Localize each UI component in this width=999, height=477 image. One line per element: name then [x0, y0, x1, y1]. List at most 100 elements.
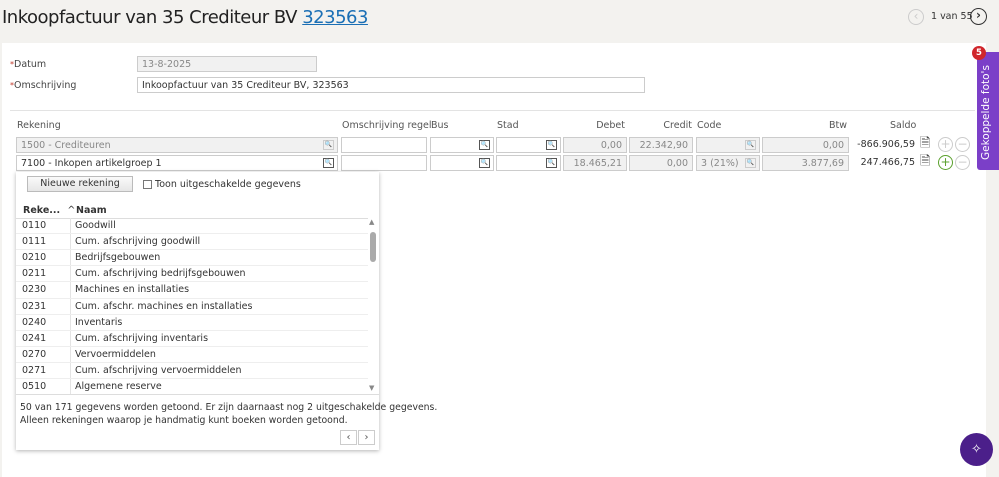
- linked-photos-tab[interactable]: Gekoppelde foto's: [977, 52, 999, 170]
- code-field[interactable]: 🔍: [696, 137, 760, 153]
- document-link-icon[interactable]: 🗎: [920, 154, 936, 170]
- list-item[interactable]: 0231 Cum. afschr. machines en installatie…: [16, 299, 368, 315]
- debet-field[interactable]: 18.465,21: [563, 155, 627, 171]
- account-name: Inventaris: [75, 316, 123, 328]
- col-saldo: Saldo: [890, 120, 917, 131]
- datum-label: *Datum: [10, 59, 47, 70]
- omschrijving-regel-field[interactable]: [341, 155, 427, 171]
- list-item[interactable]: 0210 Bedrijfsgebouwen: [16, 250, 368, 267]
- lookup-icon[interactable]: 🔍: [323, 158, 334, 168]
- account-dropdown: Nieuwe rekening Toon uitgeschakelde gege…: [16, 172, 437, 450]
- list-item[interactable]: 0270 Vervoermiddelen: [16, 347, 368, 363]
- account-name: Cum. afschrijving goodwill: [75, 236, 201, 248]
- btw-field[interactable]: 3.877,69: [762, 155, 849, 171]
- lookup-icon[interactable]: 🔍: [546, 158, 557, 168]
- credit-field[interactable]: 22.342,90: [629, 137, 693, 153]
- lookup-icon[interactable]: 🔍: [323, 140, 334, 150]
- bus-field[interactable]: 🔍: [430, 137, 494, 153]
- account-number: 0270: [22, 348, 47, 360]
- footer-count-text: 50 van 171 gegevens worden getoond. Er z…: [20, 402, 438, 413]
- account-number: 0510: [22, 381, 47, 392]
- lookup-icon[interactable]: 🔍: [479, 140, 490, 150]
- saldo-value: -866.906,59: [857, 139, 915, 150]
- rekening-field[interactable]: 7100 - Inkopen artikelgroep 1 🔍: [16, 155, 338, 171]
- photos-badge: 5: [972, 46, 986, 60]
- sparkle-icon: ✧: [971, 442, 982, 457]
- show-disabled-checkbox[interactable]: [143, 180, 152, 189]
- credit-field[interactable]: 0,00: [629, 155, 693, 171]
- list-item[interactable]: 0230 Machines en installaties: [16, 282, 368, 299]
- lookup-icon[interactable]: 🔍: [479, 158, 490, 168]
- assistant-button[interactable]: ✧: [960, 433, 993, 466]
- debet-field[interactable]: 0,00: [563, 137, 627, 153]
- col-stad: Stad: [497, 120, 519, 131]
- new-account-button[interactable]: Nieuwe rekening: [27, 176, 133, 192]
- list-item[interactable]: 0110 Goodwill: [16, 218, 368, 235]
- saldo-value: 247.466,75: [860, 157, 915, 168]
- prev-button[interactable]: ‹: [908, 9, 924, 25]
- account-number: 0110: [22, 220, 47, 231]
- col-omschrijving-regel: Omschrijving regel: [342, 120, 432, 131]
- account-name: Cum. afschrijving vervoermiddelen: [75, 364, 242, 376]
- divider: [10, 110, 975, 111]
- account-name: Algemene reserve: [75, 381, 162, 392]
- list-item[interactable]: 0241 Cum. afschrijving inventaris: [16, 331, 368, 347]
- col-code: Code: [697, 120, 722, 131]
- page-title: Inkoopfactuur van 35 Crediteur BV 323563: [2, 7, 368, 28]
- account-name: Vervoermiddelen: [75, 348, 156, 360]
- minus-circle-icon[interactable]: −: [955, 137, 970, 152]
- lookup-icon[interactable]: 🔍: [745, 158, 756, 168]
- datum-field[interactable]: 13-8-2025: [137, 56, 317, 72]
- list-item[interactable]: 0111 Cum. afschrijving goodwill: [16, 234, 368, 251]
- scrollbar-thumb[interactable]: [370, 232, 376, 262]
- omschrijving-regel-field[interactable]: [341, 137, 427, 153]
- invoice-number-link[interactable]: 323563: [302, 7, 368, 28]
- lookup-icon[interactable]: 🔍: [745, 140, 756, 150]
- account-number: 0241: [22, 332, 47, 344]
- list-item[interactable]: 0271 Cum. afschrijving vervoermiddelen: [16, 363, 368, 380]
- col-bus: Bus: [431, 120, 449, 131]
- stad-field[interactable]: 🔍: [496, 155, 561, 171]
- col-rekening: Rekening: [17, 120, 61, 131]
- account-number: 0210: [22, 252, 47, 264]
- scroll-down-icon[interactable]: ▼: [369, 384, 374, 392]
- scrollbar[interactable]: ▲ ▼: [368, 218, 378, 394]
- list-item[interactable]: 0211 Cum. afschrijving bedrijfsgebouwen: [16, 266, 368, 283]
- lookup-icon[interactable]: 🔍: [546, 140, 557, 150]
- col-debet: Debet: [596, 120, 625, 131]
- bus-field[interactable]: 🔍: [430, 155, 494, 171]
- plus-circle-icon[interactable]: +: [938, 137, 953, 152]
- code-field[interactable]: 3 (21%) 🔍: [696, 155, 760, 171]
- account-name: Cum. afschr. machines en installaties: [75, 300, 253, 312]
- account-name: Cum. afschrijving bedrijfsgebouwen: [75, 268, 246, 280]
- list-item[interactable]: 0240 Inventaris: [16, 315, 368, 331]
- account-name: Goodwill: [75, 220, 116, 231]
- account-number: 0111: [22, 236, 47, 248]
- col-number-header[interactable]: Reke... ^: [23, 205, 75, 216]
- footer-divider: [16, 394, 379, 395]
- account-name: Cum. afschrijving inventaris: [75, 332, 209, 344]
- pager-text: 1 van 55: [931, 11, 973, 22]
- document-link-icon[interactable]: 🗎: [920, 136, 936, 152]
- footer-note-text: Alleen rekeningen waarop je handmatig ku…: [20, 415, 348, 426]
- account-name: Bedrijfsgebouwen: [75, 252, 161, 264]
- next-page-button[interactable]: ›: [358, 430, 375, 445]
- list-item[interactable]: 0510 Algemene reserve: [16, 379, 368, 396]
- col-btw: Btw: [828, 120, 847, 131]
- next-button[interactable]: ›: [970, 8, 987, 25]
- stad-field[interactable]: 🔍: [496, 137, 561, 153]
- minus-circle-icon[interactable]: −: [955, 155, 970, 170]
- prev-page-button[interactable]: ‹: [340, 430, 357, 445]
- btw-field[interactable]: 0,00: [762, 137, 849, 153]
- scroll-up-icon[interactable]: ▲: [369, 218, 374, 226]
- account-number: 0211: [22, 268, 47, 280]
- rekening-field[interactable]: 1500 - Crediteuren 🔍: [16, 137, 338, 153]
- plus-circle-icon[interactable]: +: [938, 155, 953, 170]
- account-name: Machines en installaties: [75, 284, 190, 296]
- omschrijving-field[interactable]: Inkoopfactuur van 35 Crediteur BV, 32356…: [137, 77, 645, 93]
- account-number: 0240: [22, 316, 47, 328]
- show-disabled-label[interactable]: Toon uitgeschakelde gegevens: [155, 179, 301, 190]
- account-number: 0271: [22, 364, 47, 376]
- account-number: 0230: [22, 284, 47, 296]
- col-name-header[interactable]: Naam: [76, 205, 107, 216]
